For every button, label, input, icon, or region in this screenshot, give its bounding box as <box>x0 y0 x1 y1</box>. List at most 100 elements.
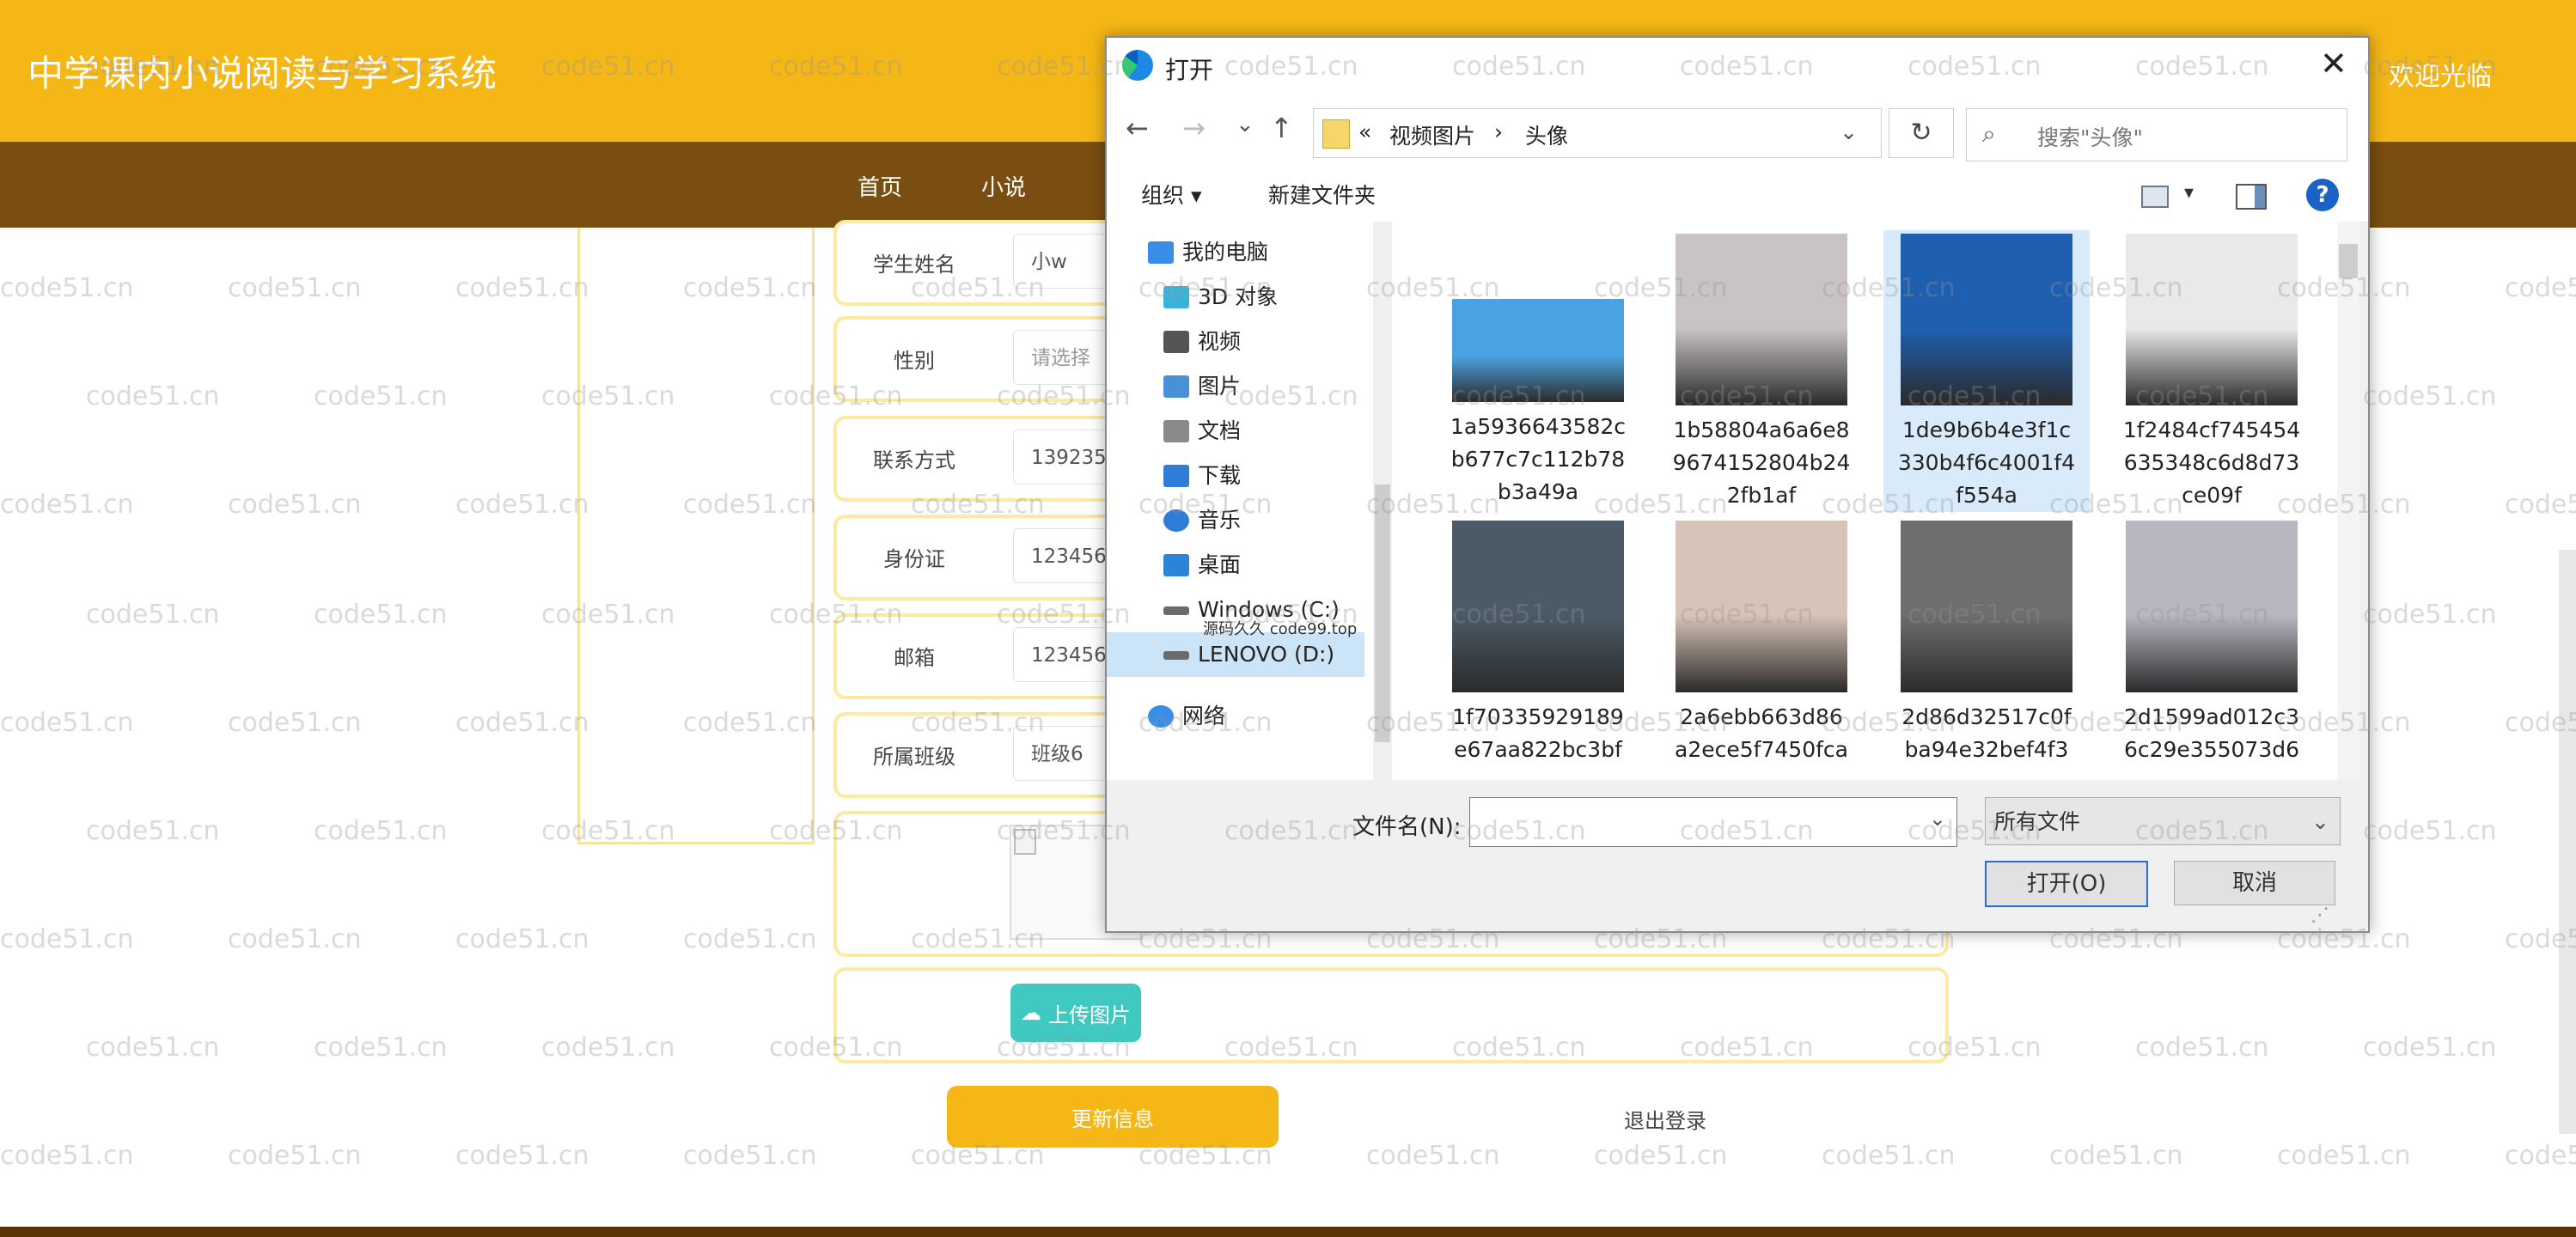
music-icon <box>1163 509 1189 532</box>
tree-item-1[interactable]: 3D 对象 <box>1107 275 1364 320</box>
help-icon[interactable]: ? <box>2306 179 2339 211</box>
watermark-text: code51.cn <box>2363 600 2497 630</box>
file-item[interactable]: 2d1599ad012c3 6c29e355073d6 <box>2109 521 2315 766</box>
resize-grip-icon[interactable]: ⋰ <box>2310 905 2329 926</box>
broken-image-icon <box>1014 829 1036 855</box>
file-name: 2a6ebb663d86 a2ece5f7450fca <box>1675 704 1848 762</box>
tree-item-label: 网络 <box>1182 704 1226 728</box>
file-item[interactable]: 1a5936643582c b677c7c112b78 b3a49a <box>1435 230 1641 509</box>
chevron-down-icon[interactable]: ⌄ <box>1840 119 1858 144</box>
email-label: 邮箱 <box>894 646 935 670</box>
file-name: 2d1599ad012c3 6c29e355073d6 <box>2123 704 2300 762</box>
cancel-button[interactable]: 取消 <box>2174 861 2335 905</box>
image-thumbnail <box>2126 521 2298 692</box>
refresh-icon[interactable]: ↻ <box>1889 108 1954 158</box>
filename-input[interactable]: ⌄ <box>1469 797 1957 847</box>
tree-item-6[interactable]: 音乐 <box>1107 498 1364 543</box>
tree-item-label: 视频 <box>1198 329 1242 354</box>
up-arrow-icon[interactable]: ↑ <box>1270 112 1293 144</box>
file-item[interactable]: 1de9b6b4e3f1c 330b4f6c4001f4 f554a <box>1883 230 2090 512</box>
nav-home[interactable]: 首页 <box>858 170 902 202</box>
tree-item-5[interactable]: 下载 <box>1107 454 1364 498</box>
filetype-value: 所有文件 <box>1994 809 2081 834</box>
watermark-text: code51.cn <box>455 273 589 303</box>
tree-item-2[interactable]: 视频 <box>1107 320 1364 364</box>
close-icon[interactable]: ✕ <box>2320 45 2347 82</box>
file-list-scrollbar[interactable] <box>2337 222 2359 780</box>
file-item[interactable]: 1f70335929189 e67aa822bc3bf <box>1435 521 1641 766</box>
recent-locations-icon[interactable]: ⌄ <box>1236 112 1254 137</box>
organize-menu[interactable]: 组织 ▾ <box>1141 179 1202 210</box>
watermark-text: code51.cn <box>2363 816 2497 846</box>
view-dropdown-icon[interactable]: ▾ <box>2184 182 2194 204</box>
image-thumbnail <box>1901 521 2072 692</box>
tree-item-label: 我的电脑 <box>1182 240 1269 265</box>
file-name: 1de9b6b4e3f1c 330b4f6c4001f4 f554a <box>1897 417 2076 508</box>
watermark-text: code51.cn <box>0 924 134 954</box>
file-list-scroll-thumb[interactable] <box>2339 244 2358 278</box>
tree-item-10[interactable]: 网络 <box>1107 694 1364 739</box>
watermark-text: code51.cn <box>0 273 134 303</box>
search-icon: ⌕ <box>1982 119 1996 148</box>
tree-item-3[interactable]: 图片 <box>1107 364 1364 409</box>
document-icon <box>1163 420 1189 442</box>
image-thumbnail <box>1452 299 1624 402</box>
download-icon <box>1163 465 1189 487</box>
breadcrumb-video-pictures[interactable]: 视频图片 <box>1389 119 1475 150</box>
form-row-upload <box>833 967 1949 1063</box>
update-info-button[interactable]: 更新信息 <box>947 1086 1279 1148</box>
forward-arrow-icon[interactable]: → <box>1182 112 1206 144</box>
preview-pane-icon[interactable] <box>2236 184 2267 210</box>
class-label: 所属班级 <box>873 745 955 769</box>
filename-dropdown-icon[interactable]: ⌄ <box>1929 807 1946 831</box>
search-input[interactable]: ⌕ 搜索"头像" <box>1966 108 2347 161</box>
watermark-text: code51.cn <box>314 381 448 411</box>
file-item[interactable]: 1b58804a6a6e8 9674152804b24 2fb1af <box>1658 230 1865 512</box>
tree-item-label: 3D 对象 <box>1198 284 1279 309</box>
watermark-text: code51.cn <box>2505 1141 2576 1171</box>
watermark-text: code51.cn <box>314 600 448 630</box>
open-button[interactable]: 打开(O) <box>1985 861 2148 907</box>
watermark-text: code51.cn <box>1594 1141 1728 1171</box>
watermark-text: code51.cn <box>455 924 589 954</box>
new-folder-button[interactable]: 新建文件夹 <box>1268 179 1376 210</box>
view-options-icon[interactable] <box>2141 186 2169 208</box>
upload-image-button[interactable]: ☁ 上传图片 <box>1010 984 1141 1042</box>
watermark-text: code51.cn <box>1366 1141 1500 1171</box>
watermark-text: code51.cn <box>86 381 220 411</box>
watermark-text: code51.cn <box>1822 1141 1956 1171</box>
tree-item-0[interactable]: 我的电脑 <box>1107 230 1364 275</box>
file-item[interactable]: 2d86d32517c0f ba94e32bef4f3 <box>1883 521 2090 766</box>
tree-item-4[interactable]: 文档 <box>1107 409 1364 454</box>
watermark-text: code51.cn <box>0 708 134 738</box>
watermark-text: code51.cn <box>683 924 817 954</box>
file-item[interactable]: 2a6ebb663d86 a2ece5f7450fca <box>1658 521 1865 766</box>
breadcrumb-avatar[interactable]: 头像 <box>1525 119 1568 150</box>
image-thumbnail <box>1901 234 2072 405</box>
breadcrumb-separator: › <box>1494 119 1503 144</box>
watermark-text: code51.cn <box>2363 1033 2497 1063</box>
search-placeholder: 搜索"头像" <box>2037 125 2143 150</box>
file-item[interactable]: 1f2484cf745454 635348c6d8d73 ce09f <box>2109 230 2315 512</box>
watermark-text: code51.cn <box>455 490 589 520</box>
page-scrollbar[interactable] <box>2559 550 2576 1134</box>
watermark-text: code51.cn <box>2505 490 2576 520</box>
watermark-text: code51.cn <box>228 708 362 738</box>
watermark-text: code51.cn <box>0 1141 134 1171</box>
address-row: ← → ⌄ ↑ « 视频图片 › 头像 ⌄ ↻ ⌕ 搜索"头像" <box>1107 94 2368 170</box>
back-arrow-icon[interactable]: ← <box>1126 112 1149 144</box>
folder-icon <box>1322 119 1350 149</box>
filetype-select[interactable]: 所有文件 ⌄ <box>1985 797 2341 845</box>
address-overflow[interactable]: « <box>1358 119 1371 144</box>
watermark-text: code51.cn <box>683 1141 817 1171</box>
logout-link[interactable]: 退出登录 <box>1624 1104 1706 1134</box>
watermark-text: code51.cn <box>86 816 220 846</box>
overlay-watermark-text: 源码久久 code99.top <box>1203 620 1358 638</box>
watermark-text: code51.cn <box>2363 381 2497 411</box>
computer-icon <box>1148 241 1174 264</box>
tree-item-7[interactable]: 桌面 <box>1107 543 1364 588</box>
address-bar[interactable]: « 视频图片 › 头像 ⌄ <box>1313 108 1882 158</box>
drive-c-icon <box>1163 606 1189 615</box>
nav-pane-scroll-thumb[interactable] <box>1375 484 1390 742</box>
nav-novels[interactable]: 小说 <box>981 170 1026 202</box>
